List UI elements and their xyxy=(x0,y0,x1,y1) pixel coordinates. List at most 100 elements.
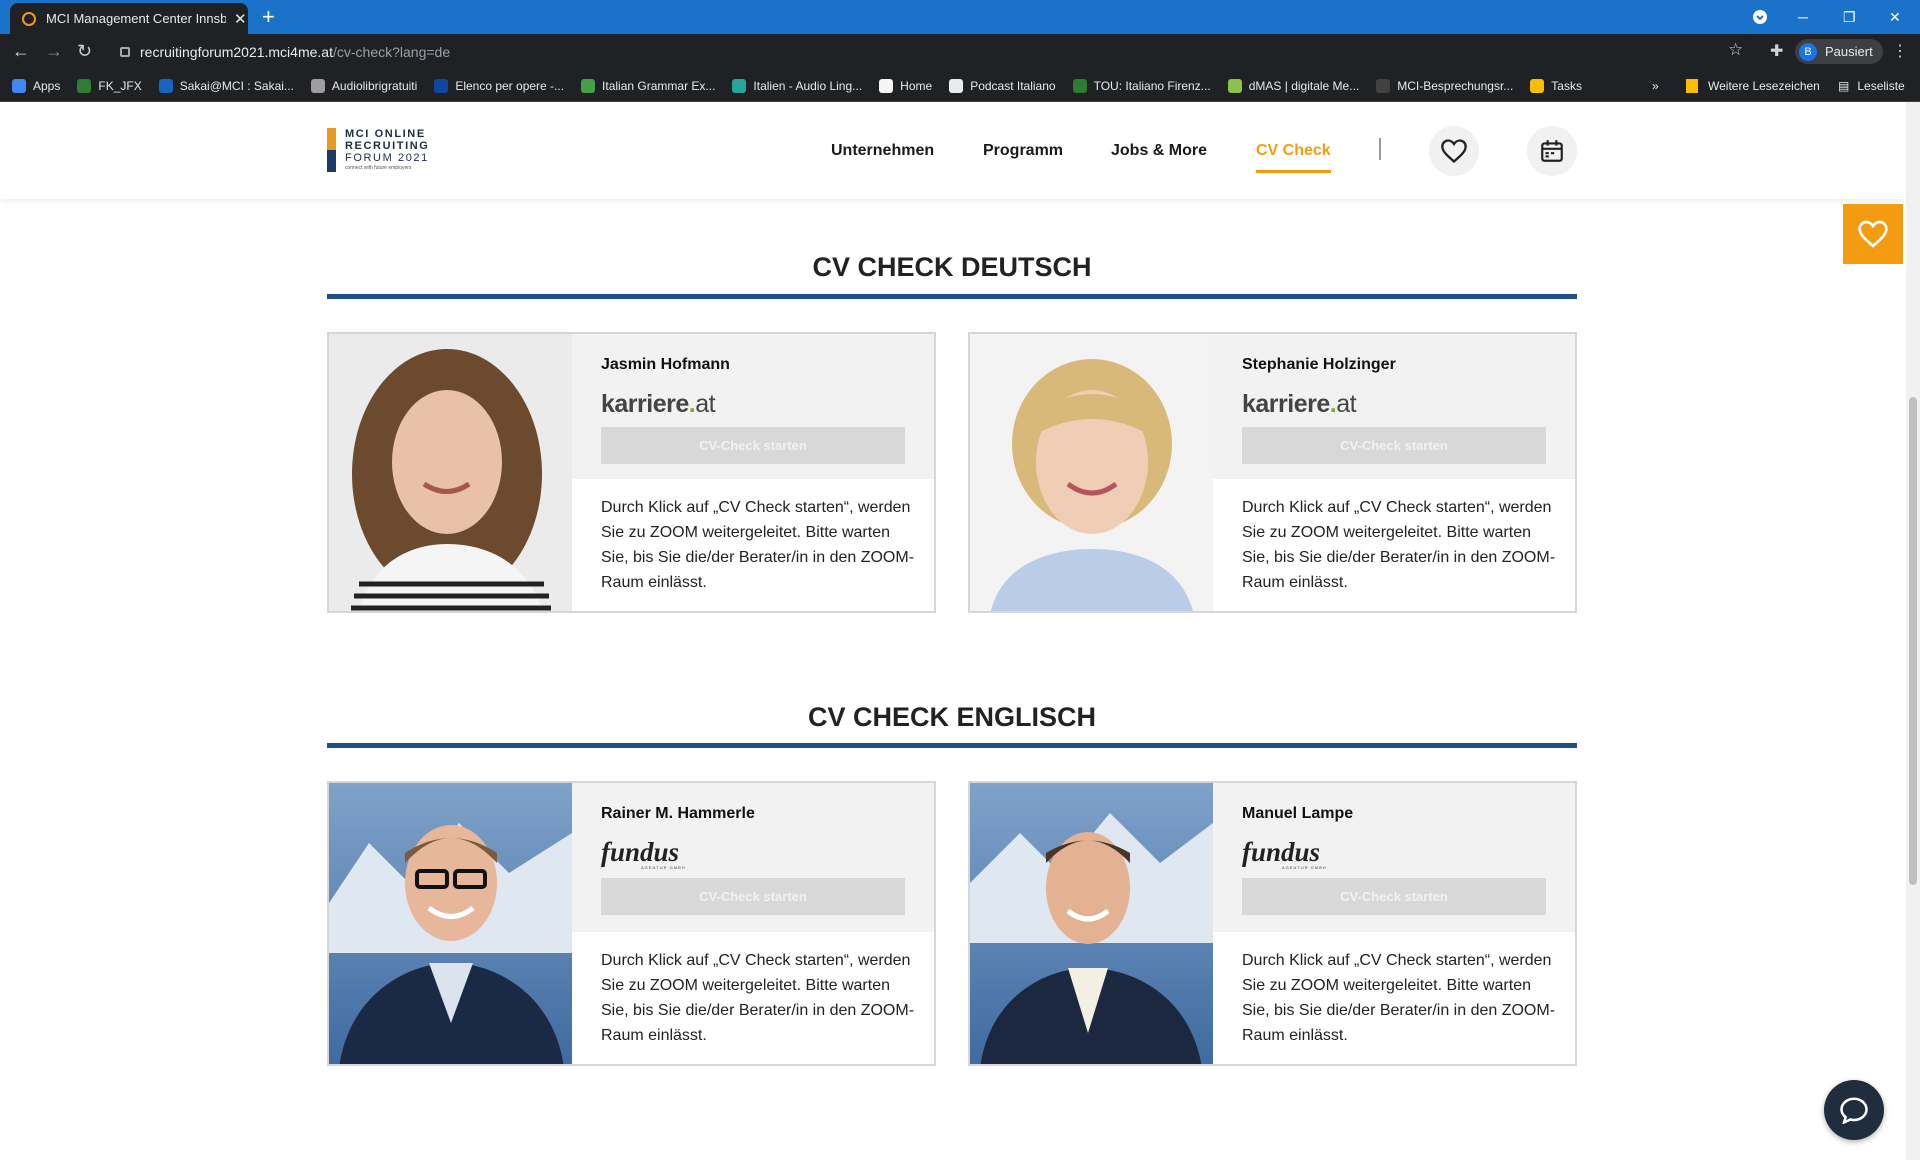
fundus-wordmark: fundus xyxy=(1242,837,1321,867)
bookmark-label: Home xyxy=(900,78,933,93)
browser-tab[interactable]: MCI Management Center Innsbru ✕ xyxy=(10,3,248,34)
card-description: Durch Klick auf „CV Check starten“, werd… xyxy=(1242,499,1556,591)
bookmark-item[interactable]: TOU: Italiano Firenz... xyxy=(1072,78,1211,93)
bookmark-label: Sakai@MCI : Sakai... xyxy=(179,78,294,93)
bookmark-label: Apps xyxy=(33,78,61,93)
bookmark-label: Elenco per opere -... xyxy=(455,78,565,93)
consultant-card: Manuel Lampe fundus AGENTUR GMBH CV-Chec… xyxy=(968,781,1577,1066)
address-bar[interactable]: recruitingforum2021.mci4me.at/cv-check?l… xyxy=(110,38,1758,66)
bookmark-item[interactable]: FK_JFX xyxy=(77,78,142,93)
bookmarks-list: Apps FK_JFX Sakai@MCI : Sakai... Audiolibri… xyxy=(12,78,1599,93)
bookmark-item[interactable]: Italian Grammar Ex... xyxy=(581,78,715,93)
card-header: Jasmin Hofmann karriere.at CV-Check star… xyxy=(572,334,934,479)
bookmark-item[interactable]: Tasks xyxy=(1530,78,1582,93)
bookmark-favicon-icon xyxy=(310,78,325,93)
section-rule xyxy=(327,743,1577,748)
consultant-name: Jasmin Hofmann xyxy=(601,356,730,373)
cv-check-start-button[interactable]: CV-Check starten xyxy=(601,427,905,464)
menu-icon[interactable]: ⋮ xyxy=(1892,41,1908,61)
tab-title: MCI Management Center Innsbru xyxy=(46,11,226,26)
web-page: MCI ONLINE RECRUITING FORUM 2021 connect… xyxy=(0,102,1920,1160)
nav-programm[interactable]: Programm xyxy=(983,142,1063,160)
logo-mark xyxy=(327,128,336,172)
bookmark-star-icon[interactable]: ☆ xyxy=(1728,40,1743,60)
back-icon[interactable]: ← xyxy=(12,41,30,62)
card-description: Durch Klick auf „CV Check starten“, werd… xyxy=(601,499,915,591)
consultant-name: Stephanie Holzinger xyxy=(1242,356,1396,373)
bookmark-favicon-icon xyxy=(1376,78,1391,93)
logo-line-2: RECRUITING xyxy=(345,140,430,152)
forward-icon[interactable]: → xyxy=(45,41,63,62)
profile-button[interactable]: B Pausiert xyxy=(1795,39,1883,64)
bookmark-favicon-icon xyxy=(949,78,964,93)
section-title-deutsch: CV CHECK DEUTSCH xyxy=(812,252,1092,282)
bookmark-label: Tasks xyxy=(1551,78,1582,93)
scrollbar-thumb[interactable] xyxy=(1909,397,1917,885)
floating-favorites-button[interactable] xyxy=(1843,204,1903,264)
bookmarks-bar: Apps FK_JFX Sakai@MCI : Sakai... Audiolibri… xyxy=(0,70,1920,102)
url-path: /cv-check?lang=de xyxy=(332,44,451,60)
bookmark-favicon-icon xyxy=(158,78,173,93)
extensions-icon[interactable]: ✚ xyxy=(1770,41,1783,61)
section-rule xyxy=(327,294,1577,299)
bookmark-item[interactable]: Podcast Italiano xyxy=(949,78,1056,93)
heart-icon xyxy=(1441,139,1467,164)
profile-status: Pausiert xyxy=(1825,44,1873,59)
calendar-button[interactable] xyxy=(1527,126,1577,176)
bookmark-favicon-icon xyxy=(1530,78,1545,93)
bookmark-item[interactable]: Audiolibrigratuiti xyxy=(310,78,418,93)
consultant-name: Manuel Lampe xyxy=(1242,805,1354,822)
bookmark-favicon-icon xyxy=(732,78,747,93)
bookmark-item[interactable]: dMAS | digitale Me... xyxy=(1227,78,1360,93)
new-tab-button[interactable]: + xyxy=(262,4,275,30)
bookmark-item[interactable]: Italien - Audio Ling... xyxy=(732,78,863,93)
close-tab-icon[interactable]: ✕ xyxy=(234,10,247,28)
consultant-photo xyxy=(329,783,572,1064)
bookmark-item[interactable]: MCI-Besprechungsr... xyxy=(1376,78,1513,93)
bookmark-item[interactable]: Sakai@MCI : Sakai... xyxy=(158,78,294,93)
bookmark-item[interactable]: Elenco per opere -... xyxy=(434,78,565,93)
close-window-icon[interactable]: ✕ xyxy=(1889,0,1901,34)
bookmark-favicon-icon xyxy=(1227,78,1242,93)
fundus-subline: AGENTUR GMBH xyxy=(641,865,686,870)
calendar-icon xyxy=(1541,140,1563,162)
restore-icon[interactable]: ❐ xyxy=(1843,0,1856,34)
minimize-icon[interactable]: ─ xyxy=(1798,0,1808,34)
bookmark-item[interactable]: Home xyxy=(879,78,933,93)
nav-unternehmen[interactable]: Unternehmen xyxy=(831,142,934,160)
cv-check-start-button[interactable]: CV-Check starten xyxy=(1242,878,1546,915)
bookmark-label: dMAS | digitale Me... xyxy=(1248,78,1360,93)
card-description: Durch Klick auf „CV Check starten“, werd… xyxy=(1242,952,1556,1044)
other-bookmarks[interactable]: Weitere Lesezeichen xyxy=(1686,70,1820,102)
bookmark-item[interactable]: Apps xyxy=(12,78,61,93)
chat-button[interactable] xyxy=(1824,1080,1884,1140)
logo-line-3: FORUM 2021 xyxy=(345,152,429,164)
reload-icon[interactable]: ↻ xyxy=(77,41,92,62)
tab-search-icon[interactable] xyxy=(1752,0,1768,34)
consultant-photo xyxy=(970,783,1213,1064)
bookmark-label: Audiolibrigratuiti xyxy=(331,78,418,93)
bookmark-label: Italien - Audio Ling... xyxy=(753,78,863,93)
bookmark-label: Podcast Italiano xyxy=(970,78,1056,93)
url-host: recruitingforum2021.mci4me.at xyxy=(140,44,333,60)
nav-cv-check[interactable]: CV Check xyxy=(1256,142,1331,173)
company-logo: fundus AGENTUR GMBH xyxy=(1242,837,1327,871)
nav-jobs-more[interactable]: Jobs & More xyxy=(1111,142,1207,160)
cv-check-start-button[interactable]: CV-Check starten xyxy=(1242,427,1546,464)
page-scrollbar[interactable] xyxy=(1906,102,1920,1160)
favorites-button[interactable] xyxy=(1429,126,1479,176)
consultant-card: Jasmin Hofmann karriere.at CV-Check star… xyxy=(327,332,936,613)
bookmarks-overflow-button[interactable]: » xyxy=(1652,70,1659,102)
cv-check-start-button[interactable]: CV-Check starten xyxy=(601,878,905,915)
site-favicon-icon xyxy=(22,11,36,26)
card-header: Rainer M. Hammerle fundus AGENTUR GMBH C… xyxy=(572,783,934,932)
bookmark-label: FK_JFX xyxy=(98,78,142,93)
consultant-card: Rainer M. Hammerle fundus AGENTUR GMBH C… xyxy=(327,781,936,1066)
bookmark-favicon-icon xyxy=(581,78,596,93)
site-logo[interactable]: MCI ONLINE RECRUITING FORUM 2021 connect… xyxy=(327,128,437,174)
chat-bubble-icon xyxy=(1840,1097,1868,1124)
site-header: MCI ONLINE RECRUITING FORUM 2021 connect… xyxy=(0,102,1906,199)
company-logo: fundus AGENTUR GMBH xyxy=(601,839,686,871)
reading-list[interactable]: ▤ Leseliste xyxy=(1838,70,1905,102)
consultant-card: Stephanie Holzinger karriere.at CV-Check… xyxy=(968,332,1577,613)
